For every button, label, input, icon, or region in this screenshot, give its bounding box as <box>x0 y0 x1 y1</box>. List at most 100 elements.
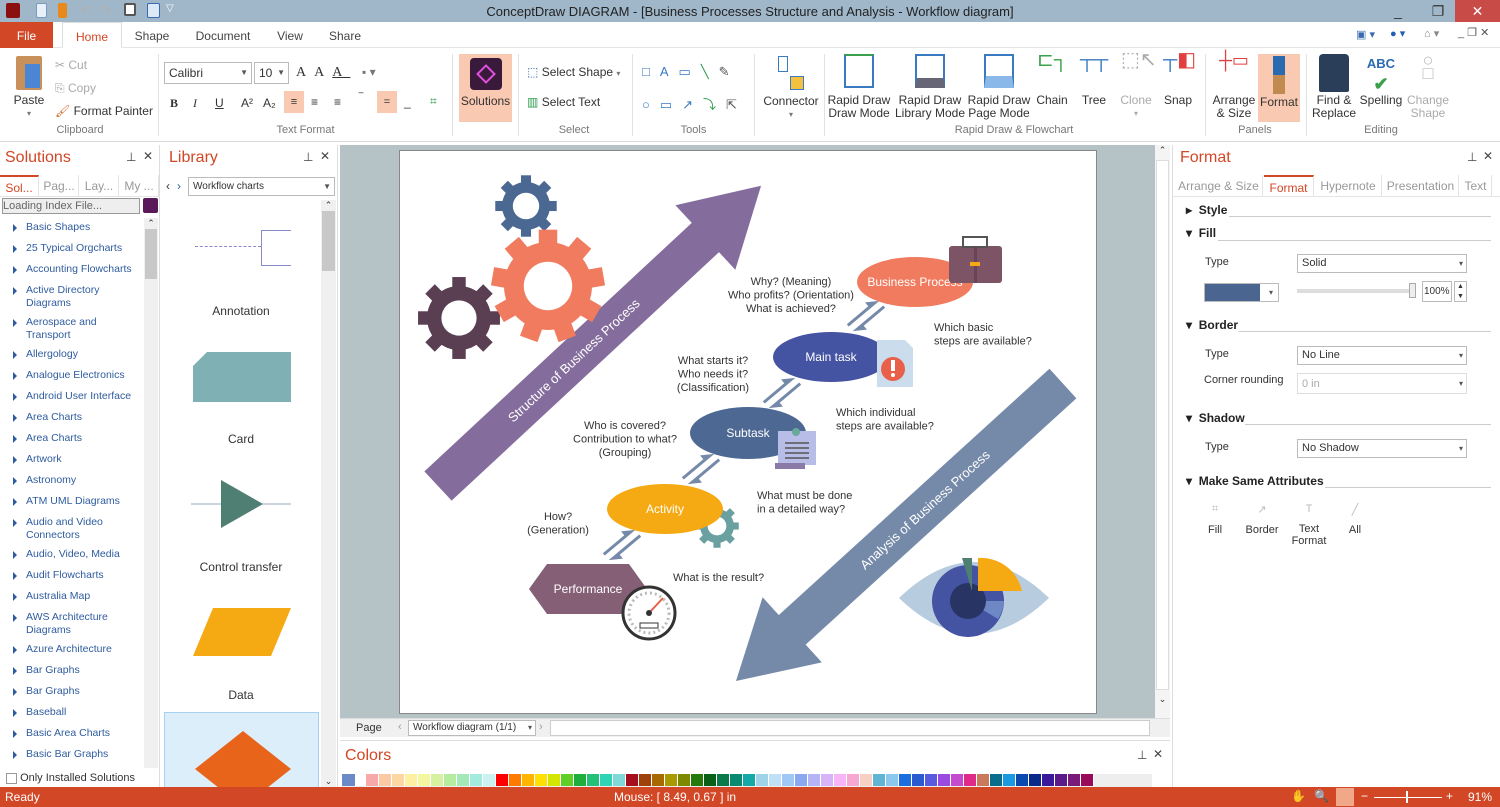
color-swatch[interactable] <box>782 774 795 786</box>
color-swatch[interactable] <box>366 774 379 786</box>
opacity-slider[interactable] <box>1297 283 1416 298</box>
color-swatch[interactable] <box>470 774 483 786</box>
no-color-swatch[interactable] <box>356 774 366 786</box>
color-swatch[interactable] <box>522 774 535 786</box>
solution-item[interactable]: Azure Architecture <box>0 640 143 661</box>
font-family-select[interactable]: Calibri ▼ <box>164 62 252 84</box>
library-scrollbar[interactable]: ⌃ ⌄ <box>321 200 336 787</box>
text-box-icon[interactable]: ⌗ <box>430 94 437 109</box>
tab-presentation[interactable]: Presentation <box>1383 175 1459 197</box>
color-swatch[interactable] <box>561 774 574 786</box>
change-shape-button[interactable]: ○ □ Change Shape <box>1404 51 1452 120</box>
pin-icon[interactable]: ⊥ <box>303 150 313 164</box>
select-text-button[interactable]: ▥ Select Text <box>527 95 600 109</box>
canvas-vertical-scrollbar[interactable]: ⌃ ⌄ <box>1155 145 1170 718</box>
color-swatch[interactable] <box>899 774 912 786</box>
subscript-button[interactable]: A₂ <box>263 96 276 110</box>
home-icon[interactable]: ⌂ ▾ <box>1424 27 1439 40</box>
color-swatch[interactable] <box>457 774 470 786</box>
find-replace-button[interactable]: Find & Replace <box>1310 54 1358 120</box>
color-swatch[interactable] <box>431 774 444 786</box>
tab-my[interactable]: My ... <box>120 175 159 197</box>
align-center-button[interactable]: ≡ <box>311 95 318 109</box>
format-panel-button[interactable]: Format <box>1258 54 1300 122</box>
pan-hand-icon[interactable]: ✋ <box>1291 789 1306 803</box>
fill-section[interactable]: ▾ Fill <box>1186 226 1216 240</box>
spelling-button[interactable]: ABC ✔ Spelling <box>1358 54 1404 107</box>
shadow-section[interactable]: ▾ Shadow <box>1186 411 1245 425</box>
solutions-button[interactable]: Solutions <box>459 54 512 122</box>
rapid-draw-mode-button[interactable]: Rapid Draw Draw Mode <box>826 54 892 120</box>
chain-button[interactable]: ⊏┐ Chain <box>1034 50 1070 107</box>
border-type-select[interactable]: No Line ▾ <box>1297 346 1467 365</box>
solution-item[interactable]: Bar Graphs <box>0 661 143 682</box>
color-swatch[interactable] <box>743 774 756 786</box>
pin-icon[interactable]: ⊥ <box>1467 150 1477 164</box>
color-swatch[interactable] <box>392 774 405 786</box>
opacity-slider-handle[interactable] <box>1409 283 1416 298</box>
paste-button[interactable]: Paste ▾ <box>10 56 48 120</box>
color-swatch[interactable] <box>483 774 496 786</box>
color-swatch[interactable] <box>535 774 548 786</box>
close-button[interactable]: ✕ <box>1455 0 1500 22</box>
tab-pages[interactable]: Pag... <box>40 175 79 197</box>
rapid-draw-library-mode-button[interactable]: Rapid Draw Library Mode <box>894 54 966 120</box>
solution-item[interactable]: Active Directory Diagrams <box>0 281 143 313</box>
diagram-page[interactable]: Structure of Business Process Analysis o… <box>399 150 1097 714</box>
solution-item[interactable]: Area Charts <box>0 408 143 429</box>
color-swatch[interactable] <box>1003 774 1016 786</box>
color-swatch[interactable] <box>821 774 834 786</box>
tab-document[interactable]: Document <box>188 22 258 48</box>
solution-item[interactable]: Audio and Video Connectors <box>0 513 143 545</box>
arrange-size-button[interactable]: ┼▭ Arrange & Size <box>1210 51 1258 120</box>
tab-layers[interactable]: Lay... <box>80 175 119 197</box>
font-size-select[interactable]: 10 ▼ <box>254 62 289 84</box>
rapid-draw-page-mode-button[interactable]: Rapid Draw Page Mode <box>966 54 1032 120</box>
fill-color-picker[interactable]: ▾ <box>1204 283 1279 302</box>
align-bottom-button[interactable]: _ <box>404 95 411 109</box>
style-section[interactable]: ▸ Style <box>1186 203 1227 217</box>
make-same-text-format-button[interactable]: T Text Format <box>1289 503 1329 547</box>
make-same-fill-button[interactable]: ⌗ Fill <box>1205 503 1225 536</box>
tab-view[interactable]: View <box>270 22 310 48</box>
library-select[interactable]: Workflow charts ▼ <box>188 177 335 196</box>
only-installed-checkbox[interactable]: Only Installed Solutions <box>6 772 135 784</box>
zoom-slider[interactable] <box>1374 791 1442 803</box>
solution-item[interactable]: Area Charts <box>0 429 143 450</box>
color-swatch[interactable] <box>990 774 1003 786</box>
make-same-all-button[interactable]: ╱ All <box>1345 503 1365 536</box>
canvas-area[interactable]: Structure of Business Process Analysis o… <box>340 145 1170 718</box>
color-swatch[interactable] <box>873 774 886 786</box>
superscript-button[interactable]: A² <box>241 96 253 110</box>
format-painter-button[interactable]: 🖌 Format Painter <box>55 104 153 118</box>
color-swatch[interactable] <box>418 774 431 786</box>
solution-item[interactable]: Android User Interface <box>0 387 143 408</box>
clone-button[interactable]: ⬚↖ Clone ▾ <box>1116 50 1156 120</box>
tab-file[interactable]: File <box>0 22 53 48</box>
mdi-controls[interactable]: _ ❐ ✕ <box>1458 26 1489 39</box>
color-swatch[interactable] <box>509 774 522 786</box>
pin-icon[interactable]: ⊥ <box>1137 748 1147 762</box>
color-swatch[interactable] <box>626 774 639 786</box>
corner-rounding-select[interactable]: 0 in ▾ <box>1297 373 1467 394</box>
solution-item[interactable]: Audio, Video, Media <box>0 545 143 566</box>
tab-hypernote[interactable]: Hypernote <box>1315 175 1382 197</box>
highlight-icon[interactable]: ▪ ▾ <box>362 65 376 79</box>
border-section[interactable]: ▾ Border <box>1186 318 1238 332</box>
solution-item[interactable]: Basic Bar Graphs <box>0 745 143 766</box>
analysis-arrow[interactable]: Analysis of Business Process <box>706 351 1092 714</box>
align-middle-button[interactable]: = <box>377 91 397 113</box>
color-swatch[interactable] <box>444 774 457 786</box>
color-swatch[interactable] <box>795 774 808 786</box>
help-icon[interactable]: ● ▾ <box>1390 27 1405 40</box>
solution-item[interactable]: Bar Graphs <box>0 682 143 703</box>
solution-item[interactable]: AWS Architecture Diagrams <box>0 608 143 640</box>
zoom-out-icon[interactable]: − <box>1361 789 1368 803</box>
color-swatch[interactable] <box>1016 774 1029 786</box>
layout-icon[interactable]: ▣ ▾ <box>1356 28 1375 41</box>
close-panel-icon[interactable]: ✕ <box>143 149 153 163</box>
color-swatch[interactable] <box>730 774 743 786</box>
color-swatch[interactable] <box>964 774 977 786</box>
color-swatch[interactable] <box>587 774 600 786</box>
color-swatch[interactable] <box>912 774 925 786</box>
